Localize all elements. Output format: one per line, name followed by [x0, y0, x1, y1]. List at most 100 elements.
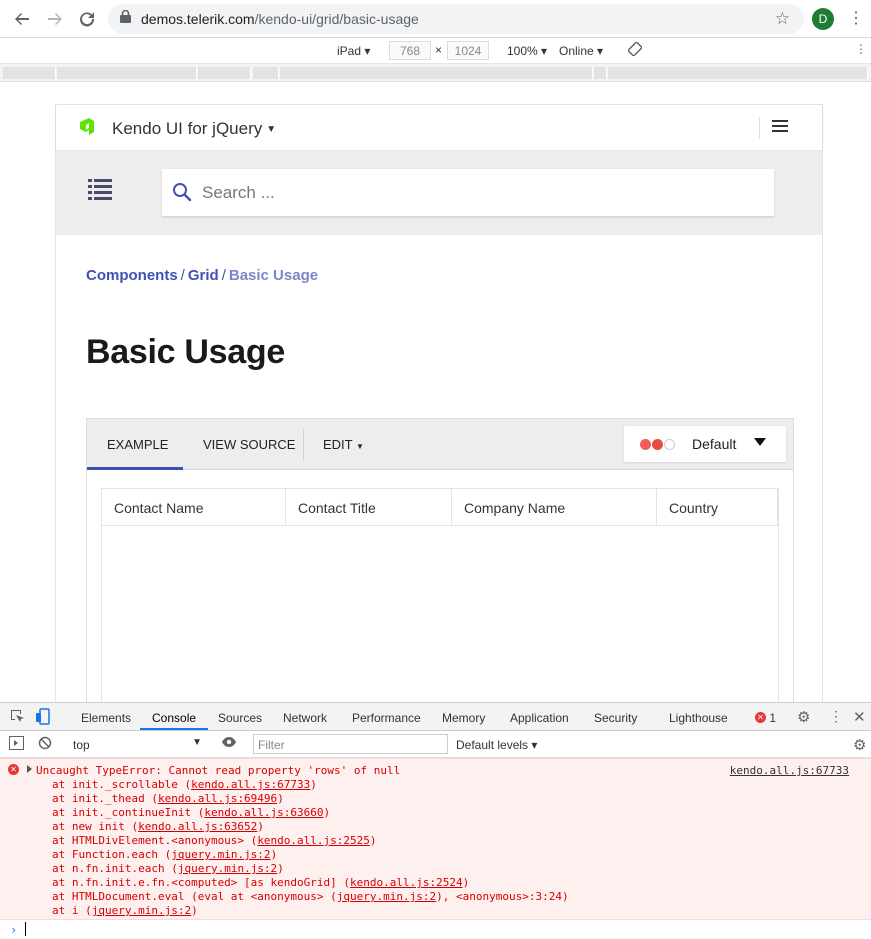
- grid-header: Contact Name Contact Title Company Name …: [102, 489, 778, 526]
- lock-icon: [120, 9, 131, 28]
- kendo-grid: Contact Name Contact Title Company Name …: [101, 488, 779, 718]
- breadcrumb-grid[interactable]: Grid: [188, 267, 219, 284]
- error-count-badge[interactable]: ✕ 1: [755, 710, 776, 725]
- tab-lighthouse[interactable]: Lighthouse: [669, 711, 728, 725]
- swatch-2: [652, 439, 663, 450]
- back-icon[interactable]: [6, 3, 38, 35]
- list-icon[interactable]: [88, 179, 114, 203]
- stack-frame: at init._continueInit (kendo.all.js:6366…: [52, 806, 331, 819]
- device-toolbar-menu-icon[interactable]: ⋮: [855, 42, 867, 56]
- site-header: Kendo UI for jQuery ▼: [56, 105, 822, 151]
- demo-panel: EXAMPLE VIEW SOURCE EDIT ▼ Default Conta…: [86, 418, 794, 718]
- swatch-1: [640, 439, 651, 450]
- log-levels-select[interactable]: Default levels ▾: [456, 738, 537, 752]
- url-text: demos.telerik.com/kendo-ui/grid/basic-us…: [141, 11, 419, 27]
- media-query-ruler: [0, 64, 871, 82]
- zoom-select[interactable]: 100% ▾: [507, 44, 547, 58]
- search-placeholder: Search ...: [202, 183, 275, 202]
- reload-icon[interactable]: [71, 3, 103, 35]
- expand-triangle-icon[interactable]: [27, 765, 32, 773]
- clear-console-icon[interactable]: [38, 736, 52, 753]
- tab-sources[interactable]: Sources: [218, 711, 262, 725]
- stack-frame: at i (jquery.min.js:2): [52, 904, 198, 917]
- breadcrumb-components[interactable]: Components: [86, 267, 178, 284]
- stack-frame-link[interactable]: kendo.all.js:63660: [204, 806, 323, 819]
- console-input[interactable]: [25, 922, 26, 936]
- theme-label: Default: [692, 436, 737, 452]
- rotate-icon[interactable]: [627, 41, 643, 59]
- tab-example[interactable]: EXAMPLE: [107, 437, 168, 452]
- breadcrumb-current: Basic Usage: [228, 267, 319, 284]
- search-input[interactable]: Search ...: [162, 169, 774, 216]
- tab-view-source[interactable]: VIEW SOURCE: [203, 437, 295, 452]
- stack-frame-link[interactable]: kendo.all.js:2524: [350, 876, 463, 889]
- grid-header-company-name[interactable]: Company Name: [452, 489, 657, 526]
- product-switcher[interactable]: Kendo UI for jQuery ▼: [112, 119, 276, 139]
- stack-frame-link[interactable]: jquery.min.js:2: [337, 890, 436, 903]
- stack-frame-link[interactable]: jquery.min.js:2: [178, 862, 277, 875]
- stack-frame: at init._scrollable (kendo.all.js:67733): [52, 778, 317, 791]
- device-toolbar: iPad ▾ 768 × 1024 100% ▾ Online ▾ ⋮: [0, 38, 871, 64]
- network-select[interactable]: Online ▾: [559, 44, 603, 58]
- device-select[interactable]: iPad ▾: [337, 44, 370, 58]
- stack-frame-link[interactable]: kendo.all.js:69496: [158, 792, 277, 805]
- kendo-page: Kendo UI for jQuery ▼ Search ... Componen…: [55, 104, 823, 718]
- chevron-down-icon: [754, 438, 766, 446]
- device-height-input[interactable]: 1024: [447, 41, 489, 60]
- browser-menu-icon[interactable]: ⋮: [848, 8, 864, 28]
- grid-header-country[interactable]: Country: [657, 489, 778, 526]
- tab-network[interactable]: Network: [283, 711, 327, 725]
- active-tab-indicator: [87, 467, 183, 470]
- stack-frame-link[interactable]: kendo.all.js:2525: [257, 834, 370, 847]
- console-filterbar: top ▼ Filter Default levels ▾ ⚙: [0, 731, 871, 758]
- tab-elements[interactable]: Elements: [81, 711, 131, 725]
- search-icon: [172, 182, 192, 207]
- device-width-input[interactable]: 768: [389, 41, 431, 60]
- search-band: Search ...: [56, 151, 822, 235]
- tab-security[interactable]: Security: [594, 711, 637, 725]
- devtools-tabbar: Elements Console Sources Network Perform…: [0, 703, 871, 731]
- device-toggle-icon[interactable]: [36, 708, 51, 728]
- stack-frame-link[interactable]: kendo.all.js:63652: [138, 820, 257, 833]
- device-viewport: Kendo UI for jQuery ▼ Search ... Componen…: [0, 82, 871, 718]
- devtools-panel: Elements Console Sources Network Perform…: [0, 702, 871, 939]
- inspect-element-icon[interactable]: [10, 709, 25, 727]
- devtools-menu-icon[interactable]: ⋮: [829, 708, 843, 725]
- swatch-3: [664, 439, 675, 450]
- show-sidebar-icon[interactable]: [9, 736, 24, 753]
- forward-icon[interactable]: [39, 3, 71, 35]
- tab-application[interactable]: Application: [510, 711, 569, 725]
- hamburger-menu-icon[interactable]: [772, 120, 788, 135]
- console-filter-input[interactable]: Filter: [253, 734, 448, 754]
- stack-frame-link[interactable]: jquery.min.js:2: [171, 848, 270, 861]
- console-settings-gear-icon[interactable]: ⚙: [853, 736, 866, 754]
- tab-memory[interactable]: Memory: [442, 711, 485, 725]
- live-expression-eye-icon[interactable]: [221, 736, 237, 751]
- error-icon: ✕: [755, 712, 766, 724]
- stack-frame: at HTMLDivElement.<anonymous> (kendo.all…: [52, 834, 377, 847]
- page-title: Basic Usage: [86, 333, 285, 371]
- profile-avatar[interactable]: D: [812, 8, 834, 30]
- tab-console[interactable]: Console: [152, 711, 196, 725]
- console-prompt-icon: ›: [10, 923, 18, 937]
- breadcrumb: Components / Grid / Basic Usage: [86, 267, 319, 284]
- stack-frame-link[interactable]: kendo.all.js:67733: [191, 778, 310, 791]
- stack-frame-link[interactable]: jquery.min.js:2: [92, 904, 191, 917]
- error-text: Uncaught TypeError: Cannot read property…: [36, 764, 401, 777]
- address-bar[interactable]: demos.telerik.com/kendo-ui/grid/basic-us…: [108, 4, 804, 34]
- grid-header-contact-name[interactable]: Contact Name: [102, 489, 286, 526]
- settings-gear-icon[interactable]: ⚙: [797, 708, 810, 726]
- context-select[interactable]: top ▼: [66, 735, 206, 754]
- demo-tabs: EXAMPLE VIEW SOURCE EDIT ▼ Default: [87, 419, 793, 470]
- error-source-link[interactable]: kendo.all.js:67733: [730, 764, 849, 777]
- tab-edit[interactable]: EDIT ▼: [323, 437, 364, 452]
- bookmark-star-icon[interactable]: ☆: [775, 9, 790, 29]
- stack-frame: at HTMLDocument.eval (eval at <anonymous…: [52, 890, 569, 903]
- close-devtools-icon[interactable]: ✕: [853, 708, 866, 726]
- progress-logo-icon[interactable]: [76, 117, 96, 142]
- grid-header-contact-title[interactable]: Contact Title: [286, 489, 452, 526]
- error-icon: ✕: [8, 764, 19, 775]
- theme-selector[interactable]: Default: [624, 426, 786, 462]
- console-tab-indicator: [140, 728, 208, 730]
- tab-performance[interactable]: Performance: [352, 711, 421, 725]
